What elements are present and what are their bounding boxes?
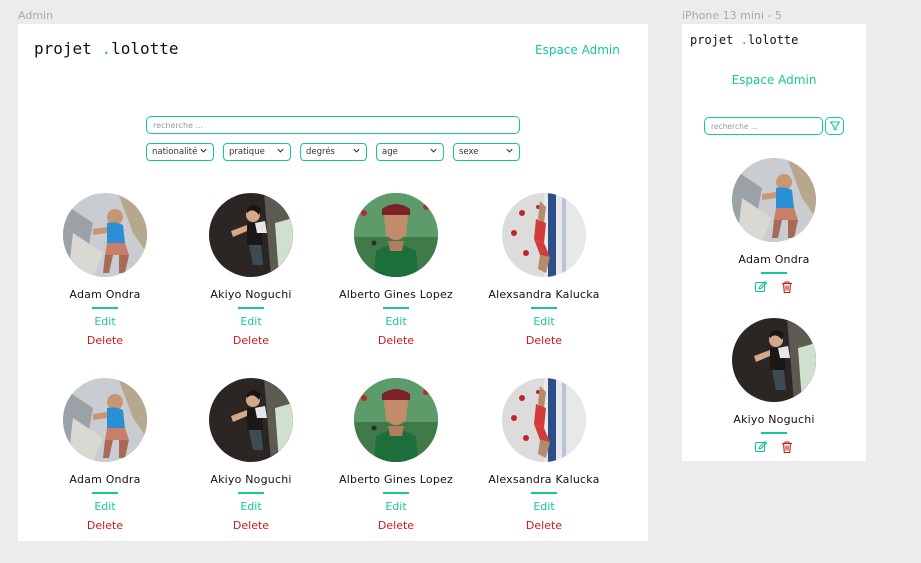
name-underline xyxy=(92,492,118,494)
athlete-photo[interactable] xyxy=(354,193,438,277)
edit-icon[interactable] xyxy=(754,440,768,454)
search-input[interactable] xyxy=(146,116,520,134)
athlete-name: Adam Ondra xyxy=(69,473,141,486)
filter-label: age xyxy=(382,147,398,157)
chevron-down-icon xyxy=(429,146,438,158)
delete-button[interactable]: Delete xyxy=(32,519,178,532)
name-underline xyxy=(383,492,409,494)
delete-button[interactable]: Delete xyxy=(323,334,469,347)
filter-icon xyxy=(829,117,841,136)
frame-label-mobile: iPhone 13 mini - 5 xyxy=(682,9,782,22)
athlete-photo[interactable] xyxy=(502,193,586,277)
edit-button[interactable]: Edit xyxy=(323,315,469,328)
trash-icon[interactable] xyxy=(780,440,794,454)
athlete-card: Akiyo Noguchi xyxy=(682,318,866,454)
filter-sexe[interactable]: sexe xyxy=(453,143,520,161)
athlete-name: Akiyo Noguchi xyxy=(210,288,292,301)
edit-button[interactable]: Edit xyxy=(32,315,178,328)
name-underline xyxy=(238,307,264,309)
espace-admin-link[interactable]: Espace Admin xyxy=(682,73,866,87)
athlete-card: Adam Ondra xyxy=(682,158,866,294)
athlete-name: Akiyo Noguchi xyxy=(210,473,292,486)
name-underline xyxy=(531,492,557,494)
logo-dot: . xyxy=(101,39,112,58)
athlete-photo[interactable] xyxy=(732,318,816,402)
athlete-photo[interactable] xyxy=(209,193,293,277)
chevron-down-icon xyxy=(505,146,514,158)
athlete-name: Alexsandra Kalucka xyxy=(488,473,600,486)
logo-text-1: projet xyxy=(34,39,102,58)
athlete-photo[interactable] xyxy=(354,378,438,462)
athlete-name: Adam Ondra xyxy=(69,288,141,301)
chevron-down-icon xyxy=(199,146,208,158)
edit-button[interactable]: Edit xyxy=(471,315,617,328)
athlete-card: Alexsandra Kalucka Edit Delete xyxy=(471,193,617,347)
delete-button[interactable]: Delete xyxy=(178,519,324,532)
edit-button[interactable]: Edit xyxy=(178,500,324,513)
filter-button[interactable] xyxy=(825,117,844,135)
delete-button[interactable]: Delete xyxy=(178,334,324,347)
athlete-photo[interactable] xyxy=(63,378,147,462)
athlete-card: Akiyo Noguchi Edit Delete xyxy=(178,378,324,532)
athlete-card: Alberto Gines Lopez Edit Delete xyxy=(323,193,469,347)
edit-button[interactable]: Edit xyxy=(32,500,178,513)
name-underline xyxy=(761,272,787,274)
name-underline xyxy=(761,432,787,434)
logo-text-2: lolotte xyxy=(111,39,179,58)
chevron-down-icon xyxy=(276,146,285,158)
edit-icon[interactable] xyxy=(754,280,768,294)
delete-button[interactable]: Delete xyxy=(323,519,469,532)
logo-text-2: lolotte xyxy=(747,33,799,47)
trash-icon[interactable] xyxy=(780,280,794,294)
delete-button[interactable]: Delete xyxy=(32,334,178,347)
filter-label: nationalité xyxy=(152,147,198,157)
athlete-card: Alexsandra Kalucka Edit Delete xyxy=(471,378,617,532)
logo[interactable]: projet .lolotte xyxy=(34,39,179,58)
athlete-photo[interactable] xyxy=(209,378,293,462)
athlete-name: Alberto Gines Lopez xyxy=(339,473,453,486)
athlete-name: Adam Ondra xyxy=(738,253,810,266)
logo-dot: . xyxy=(740,33,748,47)
filter-label: sexe xyxy=(459,147,479,157)
logo-text-1: projet xyxy=(690,33,741,47)
edit-button[interactable]: Edit xyxy=(471,500,617,513)
name-underline xyxy=(531,307,557,309)
edit-button[interactable]: Edit xyxy=(323,500,469,513)
athlete-photo[interactable] xyxy=(502,378,586,462)
athlete-photo[interactable] xyxy=(732,158,816,242)
filter-age[interactable]: age xyxy=(376,143,444,161)
desktop-frame: projet .lolotte Espace Admin nationalité… xyxy=(18,24,648,541)
athlete-name: Alberto Gines Lopez xyxy=(339,288,453,301)
filter-label: pratique xyxy=(229,147,265,157)
athlete-card: Akiyo Noguchi Edit Delete xyxy=(178,193,324,347)
athlete-card: Alberto Gines Lopez Edit Delete xyxy=(323,378,469,532)
filter-nationalite[interactable]: nationalité xyxy=(146,143,214,161)
mobile-frame: projet .lolotte Espace Admin Adam Ondra … xyxy=(682,24,866,461)
athlete-card: Adam Ondra Edit Delete xyxy=(32,193,178,347)
filter-degres[interactable]: degrés xyxy=(300,143,367,161)
name-underline xyxy=(92,307,118,309)
athlete-photo[interactable] xyxy=(63,193,147,277)
espace-admin-link[interactable]: Espace Admin xyxy=(535,43,620,57)
edit-button[interactable]: Edit xyxy=(178,315,324,328)
athlete-name: Alexsandra Kalucka xyxy=(488,288,600,301)
filter-label: degrés xyxy=(306,147,335,157)
filter-pratique[interactable]: pratique xyxy=(223,143,291,161)
search-input[interactable] xyxy=(704,117,823,135)
frame-label-desktop: Admin xyxy=(18,9,54,22)
athlete-card: Adam Ondra Edit Delete xyxy=(32,378,178,532)
athlete-name: Akiyo Noguchi xyxy=(733,413,815,426)
logo[interactable]: projet .lolotte xyxy=(690,33,798,47)
delete-button[interactable]: Delete xyxy=(471,334,617,347)
name-underline xyxy=(238,492,264,494)
name-underline xyxy=(383,307,409,309)
chevron-down-icon xyxy=(352,146,361,158)
delete-button[interactable]: Delete xyxy=(471,519,617,532)
